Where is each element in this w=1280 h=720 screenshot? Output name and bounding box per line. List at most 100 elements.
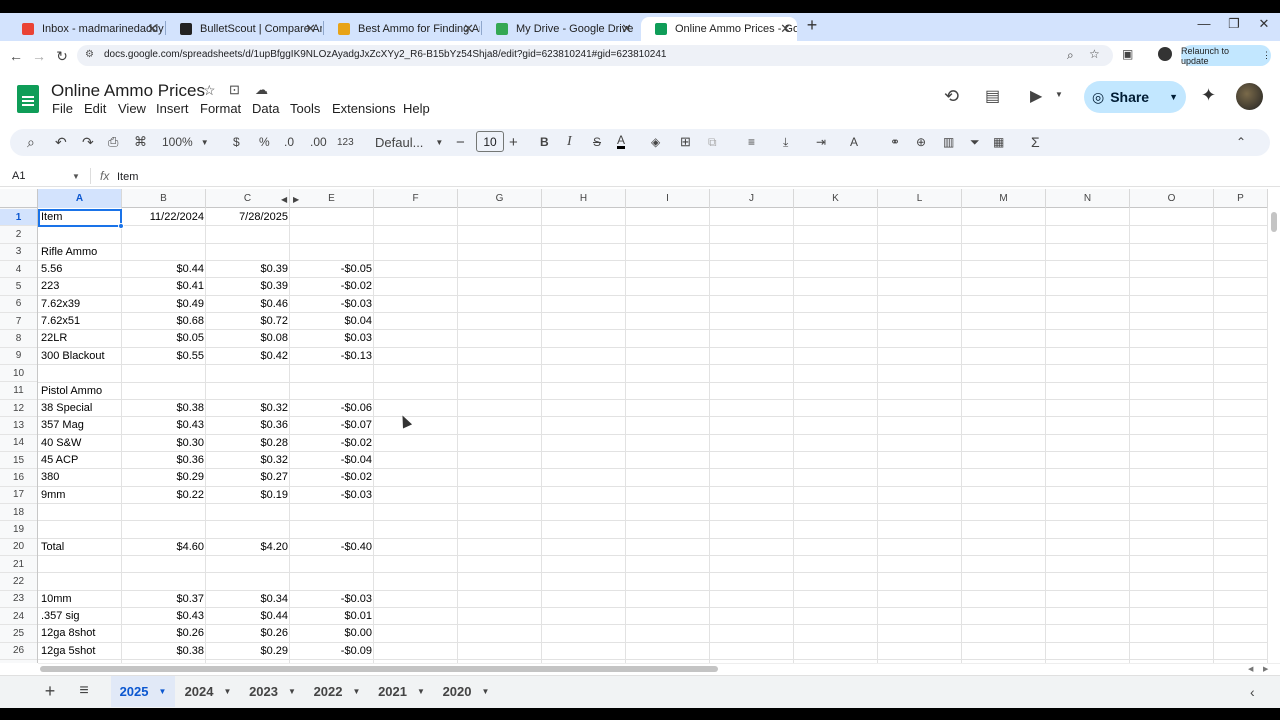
increase-decimal-button[interactable]: .00 bbox=[310, 133, 327, 151]
cell-c[interactable]: $0.39 bbox=[206, 261, 288, 278]
cell-a[interactable]: 5.56 bbox=[41, 261, 121, 278]
cell-c[interactable]: $4.20 bbox=[206, 539, 288, 556]
cell-e[interactable] bbox=[290, 209, 372, 226]
cell-b[interactable] bbox=[122, 521, 204, 538]
cell-a[interactable] bbox=[41, 521, 121, 538]
cell-c[interactable]: $0.08 bbox=[206, 330, 288, 347]
cell-c[interactable]: $0.32 bbox=[206, 400, 288, 417]
cell-a[interactable]: Pistol Ammo bbox=[41, 383, 121, 400]
row-header[interactable]: 9 bbox=[0, 348, 37, 366]
new-tab-button[interactable]: + bbox=[803, 16, 821, 34]
profile-avatar-icon[interactable] bbox=[1158, 47, 1172, 61]
meet-video-icon[interactable]: ▶ bbox=[1030, 86, 1042, 106]
cell-a[interactable]: 45 ACP bbox=[41, 452, 121, 469]
sheet-tab-2025[interactable]: 2025 ▼ bbox=[111, 676, 175, 707]
cell-a[interactable]: 300 Blackout bbox=[41, 348, 121, 365]
sheets-logo-icon[interactable] bbox=[17, 85, 39, 113]
cell-b[interactable]: $4.60 bbox=[122, 539, 204, 556]
cell-b[interactable]: $0.44 bbox=[122, 261, 204, 278]
menu-file[interactable]: File bbox=[52, 101, 73, 116]
row-header[interactable]: 8 bbox=[0, 330, 37, 348]
cell-c[interactable]: $0.19 bbox=[206, 487, 288, 504]
column-header-i[interactable]: I bbox=[626, 189, 710, 208]
row-header[interactable]: 26 bbox=[0, 643, 37, 661]
cell-b[interactable]: $0.26 bbox=[122, 625, 204, 642]
column-header-a[interactable]: A bbox=[38, 189, 122, 208]
cell-b[interactable]: 11/22/2024 bbox=[122, 209, 204, 226]
cell-c[interactable]: $0.72 bbox=[206, 313, 288, 330]
cell-c[interactable]: $0.28 bbox=[206, 435, 288, 452]
cell-c[interactable]: $0.36 bbox=[206, 417, 288, 434]
zoom-select[interactable]: 100% ▼ bbox=[162, 133, 209, 151]
cell-a[interactable]: 7.62x51 bbox=[41, 313, 121, 330]
row-header[interactable]: 3 bbox=[0, 244, 37, 262]
increase-font-size-button[interactable]: + bbox=[509, 133, 518, 151]
cell-b[interactable]: $0.68 bbox=[122, 313, 204, 330]
cell-c[interactable] bbox=[206, 521, 288, 538]
cell-e[interactable]: -$0.04 bbox=[290, 452, 372, 469]
cell-c[interactable]: $0.46 bbox=[206, 296, 288, 313]
column-header-f[interactable]: F bbox=[374, 189, 458, 208]
all-sheets-menu-icon[interactable]: ≡ bbox=[74, 682, 94, 700]
cell-c[interactable]: $0.44 bbox=[206, 608, 288, 625]
back-icon[interactable]: ← bbox=[6, 46, 26, 66]
share-button[interactable]: ◎ Share ▼ bbox=[1084, 81, 1186, 113]
cell-b[interactable] bbox=[122, 244, 204, 261]
horizontal-align-icon[interactable]: ≡ bbox=[748, 133, 755, 151]
user-avatar[interactable] bbox=[1236, 83, 1263, 110]
cell-a[interactable]: 12ga 5shot bbox=[41, 643, 121, 660]
sheet-tab-2020[interactable]: 2020 ▼ bbox=[434, 676, 498, 707]
cell-a[interactable] bbox=[41, 226, 121, 243]
row-header[interactable]: 23 bbox=[0, 591, 37, 609]
cell-b[interactable]: $0.43 bbox=[122, 417, 204, 434]
scroll-right-arrow-icon[interactable]: ▶ bbox=[1263, 665, 1268, 673]
cell-e[interactable]: -$0.09 bbox=[290, 643, 372, 660]
cell-b[interactable]: $0.22 bbox=[122, 487, 204, 504]
cell-e[interactable]: -$0.03 bbox=[290, 487, 372, 504]
cell-c[interactable]: $0.42 bbox=[206, 348, 288, 365]
cell-e[interactable]: $0.00 bbox=[290, 625, 372, 642]
row-header[interactable]: 4 bbox=[0, 261, 37, 279]
more-formats-button[interactable]: 123 bbox=[337, 133, 354, 151]
comments-icon[interactable]: ▤ bbox=[985, 86, 1000, 106]
cell-a[interactable]: 22LR bbox=[41, 330, 121, 347]
text-color-icon[interactable]: A bbox=[617, 133, 626, 149]
cell-e[interactable]: -$0.06 bbox=[290, 400, 372, 417]
column-header-e[interactable]: E bbox=[290, 189, 374, 208]
cell-a[interactable]: 9mm bbox=[41, 487, 121, 504]
column-header-h[interactable]: H bbox=[542, 189, 626, 208]
menu-extensions[interactable]: Extensions bbox=[332, 101, 396, 116]
cell-e[interactable]: -$0.02 bbox=[290, 278, 372, 295]
cell-e[interactable]: -$0.03 bbox=[290, 591, 372, 608]
vertical-scrollbar[interactable] bbox=[1268, 189, 1280, 663]
currency-format-button[interactable]: $ bbox=[233, 133, 240, 151]
menu-format[interactable]: Format bbox=[200, 101, 241, 116]
sheet-tab-2023[interactable]: 2023 ▼ bbox=[241, 676, 304, 707]
cell-c[interactable]: $0.32 bbox=[206, 452, 288, 469]
cell-e[interactable] bbox=[290, 573, 372, 590]
row-header[interactable]: 10 bbox=[0, 365, 37, 383]
cell-b[interactable] bbox=[122, 226, 204, 243]
paint-format-icon[interactable]: ⌘ bbox=[134, 133, 147, 151]
hidden-column-left-arrow-icon[interactable]: ◀ bbox=[281, 195, 287, 204]
cell-c[interactable] bbox=[206, 226, 288, 243]
cell-e[interactable] bbox=[290, 365, 372, 382]
insert-comment-icon[interactable]: ⊕ bbox=[916, 133, 926, 151]
cell-c[interactable]: $0.39 bbox=[206, 278, 288, 295]
row-header[interactable]: 20 bbox=[0, 539, 37, 556]
search-menus-icon[interactable]: ⌕ bbox=[27, 133, 35, 151]
redo-icon[interactable]: ↷ bbox=[82, 133, 94, 151]
cell-c[interactable] bbox=[206, 383, 288, 400]
insert-link-icon[interactable]: ⚭ bbox=[890, 133, 900, 151]
cell-b[interactable] bbox=[122, 383, 204, 400]
row-header[interactable]: 6 bbox=[0, 296, 37, 314]
fill-handle[interactable] bbox=[118, 223, 124, 229]
site-info-icon[interactable]: ⚙ bbox=[85, 49, 97, 61]
cell-a[interactable]: 12ga 8shot bbox=[41, 625, 121, 642]
sheet-tab-2024[interactable]: 2024 ▼ bbox=[176, 676, 240, 707]
collapse-menus-icon[interactable]: ⌃ bbox=[1236, 133, 1246, 151]
explore-collapse-icon[interactable]: ‹ bbox=[1250, 684, 1255, 700]
cell-e[interactable]: -$0.13 bbox=[290, 348, 372, 365]
move-folder-icon[interactable]: ⊡ bbox=[229, 82, 240, 98]
star-icon[interactable]: ☆ bbox=[203, 82, 216, 99]
